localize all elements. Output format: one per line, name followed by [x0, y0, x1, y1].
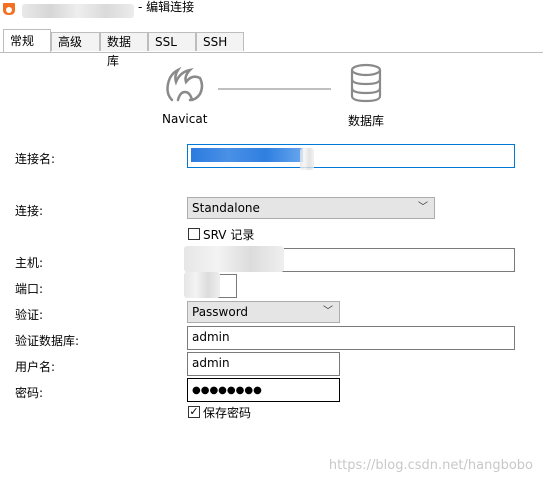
- redacted-connection-name-value: [191, 148, 303, 162]
- tab-databases[interactable]: 数据库: [100, 32, 148, 68]
- database-caption: 数据库: [348, 114, 385, 128]
- watermark: https://blog.csdn.net/hangbobo: [328, 458, 533, 473]
- connection-line: [218, 88, 331, 90]
- navicat-caption: Navicat: [162, 112, 208, 126]
- tab-bar: 常规 高级 数据库 SSL SSH: [0, 29, 543, 68]
- save-password-label: 保存密码: [203, 406, 252, 420]
- auth-db-value: admin: [192, 330, 230, 344]
- auth-method-value: Password: [192, 305, 249, 319]
- tab-ssh[interactable]: SSH: [196, 32, 244, 51]
- redaction-smear: [300, 148, 314, 170]
- tab-divider: [0, 52, 543, 53]
- navicat-logo-icon: [166, 66, 204, 102]
- auth-db-input[interactable]: admin: [187, 326, 515, 350]
- password-value: ●●●●●●●●: [192, 385, 262, 396]
- auth-method-select[interactable]: Password ﹀: [187, 301, 340, 323]
- window-title: - 编辑连接: [138, 0, 195, 14]
- auth-label: 验证:: [15, 308, 44, 322]
- redacted-port-value: [184, 272, 220, 298]
- port-label: 端口:: [15, 282, 44, 296]
- username-input[interactable]: admin: [187, 352, 340, 376]
- tab-ssl[interactable]: SSL: [148, 32, 196, 51]
- username-label: 用户名:: [15, 360, 56, 374]
- connection-name-label: 连接名:: [15, 152, 56, 166]
- username-value: admin: [192, 356, 230, 370]
- chevron-down-icon: ﹀: [418, 202, 428, 213]
- redacted-connection-name: [22, 4, 134, 18]
- title-bar: - 编辑连接: [0, 0, 543, 26]
- redacted-host-value: [184, 246, 284, 272]
- srv-checkbox[interactable]: [188, 228, 200, 240]
- password-input[interactable]: ●●●●●●●●: [187, 378, 340, 402]
- auth-db-label: 验证数据库:: [15, 334, 80, 348]
- srv-label: SRV 记录: [203, 228, 255, 242]
- tab-advanced[interactable]: 高级: [51, 32, 100, 51]
- navicat-app-icon: [3, 3, 15, 15]
- tab-general[interactable]: 常规: [3, 29, 51, 52]
- chevron-down-icon: ﹀: [323, 306, 333, 317]
- database-icon: [350, 63, 382, 103]
- save-password-checkbox[interactable]: ✓: [188, 406, 200, 418]
- host-label: 主机:: [15, 256, 44, 270]
- connection-label: 连接:: [15, 204, 44, 218]
- connection-type-value: Standalone: [192, 201, 260, 215]
- password-label: 密码:: [15, 386, 44, 400]
- connection-type-select[interactable]: Standalone ﹀: [187, 197, 435, 219]
